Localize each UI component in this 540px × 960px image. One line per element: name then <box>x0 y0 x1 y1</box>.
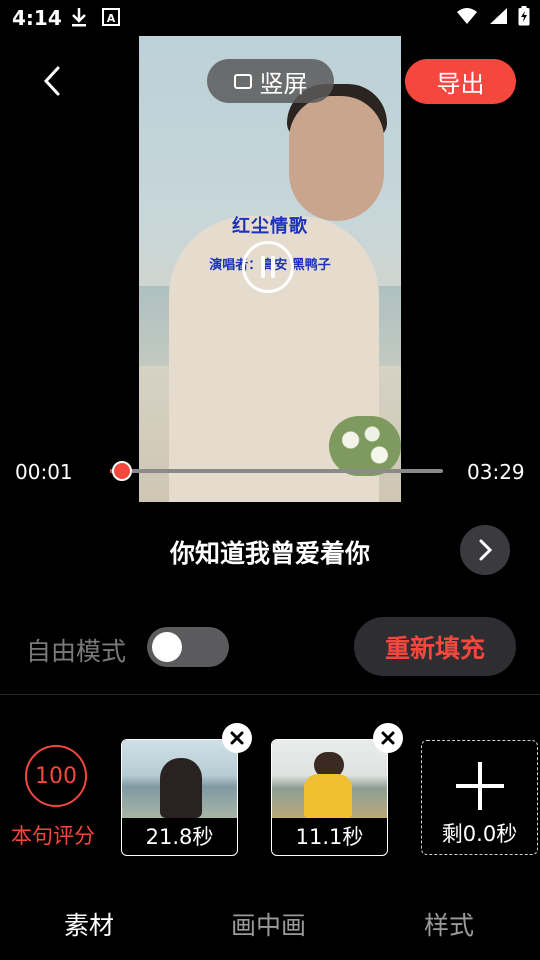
download-icon <box>72 8 86 27</box>
battery-charging-icon <box>518 6 530 26</box>
free-mode-label: 自由模式 <box>26 637 127 666</box>
current-lyric: 你知道我曾爱着你 <box>169 539 370 568</box>
clip-thumbnail <box>272 740 387 818</box>
chevron-right-icon <box>479 539 493 561</box>
close-icon <box>230 731 244 745</box>
divider <box>0 694 540 695</box>
add-clip-button[interactable]: 剩0.0秒 <box>421 740 538 855</box>
back-icon[interactable] <box>38 64 68 98</box>
current-time: 00:01 <box>15 460 73 484</box>
free-mode-toggle[interactable] <box>147 627 229 667</box>
wifi-icon <box>457 8 477 24</box>
portrait-label: 竖屏 <box>259 69 308 98</box>
score-badge: 100 <box>25 745 87 807</box>
remove-clip-button[interactable] <box>222 723 252 753</box>
progress-track[interactable] <box>110 469 443 473</box>
status-left-icons: A <box>70 6 120 28</box>
clip-card[interactable]: 21.8秒 <box>121 739 238 856</box>
remove-clip-button[interactable] <box>373 723 403 753</box>
clip-card[interactable]: 11.1秒 <box>271 739 388 856</box>
song-title: 红尘情歌 <box>232 216 308 237</box>
refill-button[interactable]: 重新填充 <box>354 617 516 676</box>
video-flowers <box>329 416 401 476</box>
clip-duration: 11.1秒 <box>295 825 364 849</box>
status-time: 4:14 <box>12 6 62 30</box>
clip-thumbnail <box>122 740 237 818</box>
pause-icon-bar-left <box>261 256 265 278</box>
clip-duration: 21.8秒 <box>145 825 214 849</box>
video-preview[interactable]: 红尘情歌 演唱者：高安 黑鸭子 <box>139 36 401 502</box>
portrait-mode-button[interactable]: 竖屏 <box>207 59 334 103</box>
remaining-time: 剩0.0秒 <box>441 822 518 846</box>
tab-picture-in-picture[interactable]: 画中画 <box>231 906 306 942</box>
pause-icon-bar-right <box>271 256 275 278</box>
status-right-icons <box>456 6 530 26</box>
portrait-icon <box>233 73 252 89</box>
export-button[interactable]: 导出 <box>405 59 516 104</box>
score-label: 本句评分 <box>11 824 95 848</box>
progress-thumb[interactable] <box>111 461 132 481</box>
toggle-knob <box>152 632 182 662</box>
video-person-head <box>289 96 384 221</box>
tab-material[interactable]: 素材 <box>64 906 114 942</box>
next-lyric-button[interactable] <box>460 525 510 575</box>
close-icon <box>381 731 395 745</box>
svg-text:A: A <box>107 12 116 25</box>
plus-icon <box>478 762 482 810</box>
signal-icon <box>490 8 507 24</box>
total-time: 03:29 <box>467 460 525 484</box>
pause-button[interactable] <box>242 241 294 293</box>
a-font-icon: A <box>102 8 120 26</box>
tab-style[interactable]: 样式 <box>424 906 474 942</box>
